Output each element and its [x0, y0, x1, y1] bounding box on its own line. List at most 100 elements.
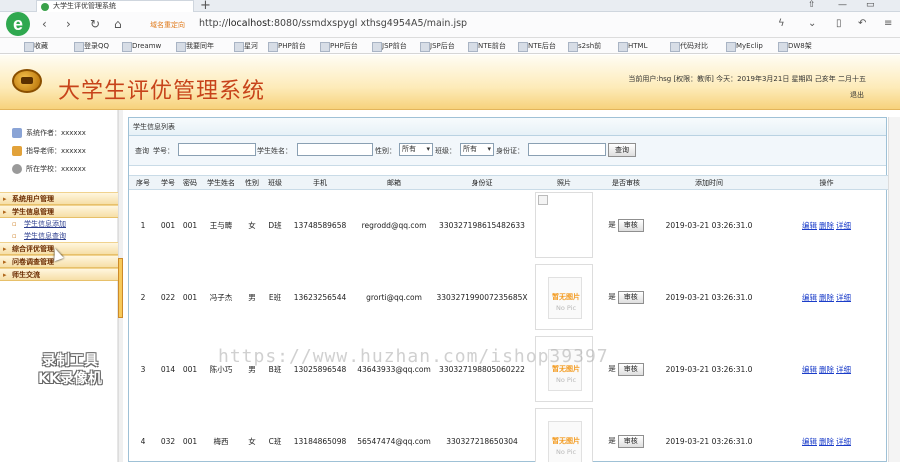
cell-gender: 男 [248, 365, 256, 374]
address-bar[interactable]: http://localhost:8080/ssmdxspygl xthsg49… [199, 18, 467, 29]
lightning-icon[interactable]: ϟ [778, 17, 785, 31]
bookmark-item[interactable]: MyEclip [726, 41, 763, 52]
edit-link[interactable]: 编辑 [802, 437, 817, 446]
review-button[interactable]: 审核 [617, 219, 644, 233]
detail-link[interactable]: 详细 [836, 293, 851, 302]
bookmark-item[interactable]: 登录QQ [74, 41, 109, 52]
cell-class: E班 [268, 293, 282, 302]
id-input[interactable] [528, 143, 606, 156]
bookmark-item[interactable]: 我要同年 [176, 41, 214, 52]
back-icon[interactable]: ‹ [42, 17, 47, 31]
bookmark-item[interactable]: NTE后台 [518, 41, 556, 52]
gender-select[interactable]: 所有 [399, 143, 433, 156]
cell-gender: 女 [248, 437, 256, 446]
vertical-scrollbar[interactable] [888, 117, 900, 462]
student-table: 序号 学号 密码 学生姓名 性别 班级 手机 邮箱 身份证 照片 是否审核 添加… [129, 175, 888, 462]
browser-tab[interactable]: 大学生评优管理系统 [36, 0, 194, 12]
chevron-down-icon[interactable]: ⌄ [808, 17, 816, 31]
menu-student-add[interactable]: 学生信息添加 [0, 218, 118, 230]
class-label: 班级： [435, 147, 456, 155]
user-info: 当前用户:hsg [权限：教师] 今天：2019年3月21日 星期四 己亥年 二… [628, 75, 866, 83]
photo-frame[interactable]: 暂无图片 No Pic [535, 407, 593, 462]
nopic-text: 暂无图片 [552, 436, 580, 445]
detail-link[interactable]: 详细 [836, 221, 851, 230]
home-icon[interactable]: ⌂ [114, 17, 122, 31]
reload-icon[interactable]: ↻ [90, 17, 100, 31]
table-row: 3 014 001 陈小巧 男 B班 13025896548 43643933@… [129, 334, 888, 406]
cell-idcard: 330327198615482633 [439, 221, 525, 231]
cell-photo: 暂无图片 No Pic [529, 262, 599, 334]
cell-ops: 编辑 删除 详细 [765, 406, 888, 462]
school-icon [12, 164, 22, 174]
cell-no: 022 [160, 293, 176, 302]
menu-student-info[interactable]: 学生信息管理 [0, 205, 118, 219]
edit-link[interactable]: 编辑 [802, 221, 817, 230]
delete-link[interactable]: 删除 [819, 293, 834, 302]
minimize-icon[interactable]: — [838, 0, 847, 11]
review-button[interactable]: 审核 [617, 363, 644, 376]
cell-class: C班 [268, 437, 282, 446]
browser-navbar: e ‹ › ↻ ⌂ 域名重定向 http://localhost:8080/ss… [0, 12, 900, 38]
logout-link[interactable]: 退出 [850, 90, 864, 100]
edit-link[interactable]: 编辑 [802, 365, 817, 374]
review-button[interactable]: 审核 [617, 435, 644, 448]
search-button[interactable]: 查询 [608, 143, 636, 157]
tab-favicon-icon [41, 3, 49, 11]
bookmark-item[interactable]: PHP后台 [320, 41, 358, 52]
review-button[interactable]: 审核 [617, 291, 644, 304]
bookmark-item[interactable]: s2sh前 [568, 41, 601, 52]
pin-icon[interactable]: ⇧ [808, 0, 816, 11]
cell-email: grorti@qq.com [366, 293, 422, 302]
bookmark-item[interactable]: Dreamw [122, 41, 161, 52]
undo-icon[interactable]: ↶ [858, 17, 866, 31]
student-name-input[interactable] [297, 143, 373, 156]
edit-link[interactable]: 编辑 [802, 293, 817, 302]
bookmark-item[interactable]: 代码对比 [670, 41, 708, 52]
cell-no: 014 [160, 365, 176, 374]
url-path: :8080/ssmdxspygl xthsg4954A5/main.jsp [270, 18, 468, 29]
menu-communication[interactable]: 师生交流 [0, 268, 118, 282]
nopic-text: 暂无图片 [552, 292, 580, 301]
nopic-text-en: No Pic [555, 375, 577, 384]
col-header: 身份证 [435, 175, 529, 190]
cell-pwd: 001 [182, 293, 198, 302]
cell-no: 001 [160, 221, 176, 231]
bookmark-item[interactable]: NTE前台 [468, 41, 506, 52]
class-select[interactable]: 所有 [460, 143, 494, 156]
bookmark-item[interactable]: PHP前台 [268, 41, 306, 52]
photo-frame[interactable]: 暂无图片 No Pic [535, 263, 593, 330]
menu-system-users[interactable]: 系统用户管理 [0, 192, 118, 206]
cell-idx: 4 [140, 437, 146, 446]
detail-link[interactable]: 详细 [836, 365, 851, 374]
table-row: 4 032 001 梅西 女 C班 13184865098 56547474@q… [129, 406, 888, 462]
delete-link[interactable]: 删除 [819, 365, 834, 374]
search-prefix: 查询 [135, 147, 149, 155]
col-header: 是否审核 [599, 175, 653, 190]
bookmark-item[interactable]: 星河 [234, 41, 258, 52]
cell-photo [529, 190, 599, 262]
sidebar-toggle-handle[interactable] [118, 258, 123, 318]
cell-photo: 暂无图片 No Pic [529, 406, 599, 462]
cell-approved: 是审核 [599, 334, 653, 406]
cell-approved: 是审核 [599, 262, 653, 334]
bookmark-item[interactable]: HTML [618, 41, 647, 52]
forward-icon[interactable]: › [66, 17, 71, 31]
detail-link[interactable]: 详细 [836, 437, 851, 446]
photo-frame[interactable] [535, 191, 593, 258]
col-header: 学号 [157, 175, 179, 190]
menu-icon[interactable]: ≡ [884, 17, 892, 31]
menu-student-query[interactable]: 学生信息查询 [0, 230, 118, 242]
cell-email: regrodd@qq.com [361, 221, 427, 231]
bookmark-item[interactable]: JSP后台 [420, 41, 455, 52]
cell-idcard: 330327218650304 [446, 437, 518, 446]
col-header: 班级 [263, 175, 287, 190]
tablet-icon[interactable]: ▯ [836, 17, 842, 31]
bookmark-item[interactable]: JSP前台 [372, 41, 407, 52]
table-row: 1 001 001 王与畴 女 D班 13748589658 regrodd@q… [129, 190, 888, 262]
bookmark-item[interactable]: DW8架 [778, 41, 812, 52]
delete-link[interactable]: 删除 [819, 437, 834, 446]
student-no-input[interactable] [178, 143, 256, 156]
maximize-icon[interactable]: ▭ [866, 0, 875, 11]
delete-link[interactable]: 删除 [819, 221, 834, 230]
bookmark-item[interactable]: 收藏 [24, 41, 48, 52]
